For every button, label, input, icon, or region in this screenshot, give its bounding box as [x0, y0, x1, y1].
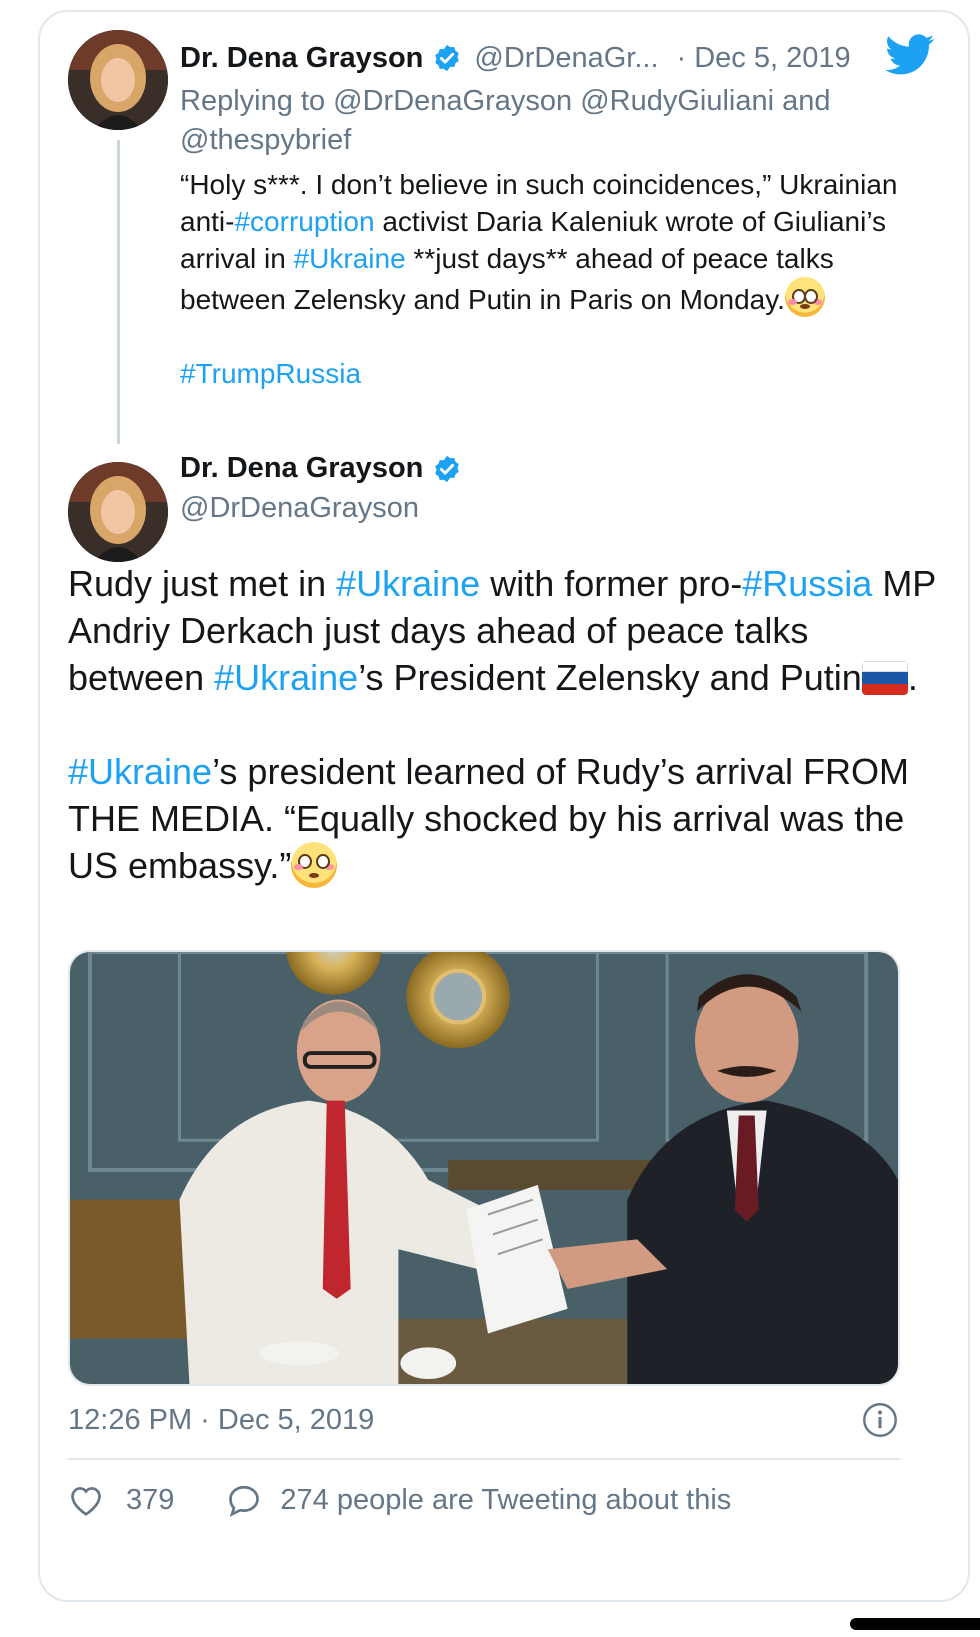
tweet-photo[interactable]: [68, 950, 900, 1386]
main-tweet-text: Rudy just met in #Ukraine with former pr…: [68, 560, 938, 889]
hashtag-link[interactable]: #Ukraine: [214, 657, 358, 698]
heart-icon[interactable]: [68, 1483, 104, 1517]
mention-link[interactable]: @thespybrief: [180, 124, 351, 156]
hashtag-link[interactable]: #corruption: [234, 206, 374, 237]
reply-hashtag-paragraph: #TrumpRussia: [180, 355, 920, 392]
text-segment: ’s President Zelensky and Putin: [358, 657, 862, 698]
verified-badge-icon: [435, 44, 460, 72]
main-author-name[interactable]: Dr. Dena Grayson: [180, 452, 423, 485]
main-paragraph: Rudy just met in #Ukraine with former pr…: [68, 560, 938, 701]
reply-tweet-text: “Holy s***. I don’t believe in such coin…: [180, 166, 920, 392]
info-icon[interactable]: [862, 1402, 898, 1438]
twitter-bird-icon[interactable]: [885, 34, 935, 76]
text-segment: Rudy just met in: [68, 563, 337, 604]
text-segment: .: [907, 657, 918, 698]
russia-flag-emoji: [861, 661, 908, 695]
mention-link[interactable]: @DrDenaGrayson: [333, 85, 572, 117]
main-author-handle[interactable]: @DrDenaGrayson: [180, 492, 419, 525]
replying-and: and: [782, 85, 831, 117]
hashtag-link[interactable]: #Ukraine: [336, 563, 480, 604]
date-separator: ·: [676, 41, 687, 74]
flushed-face-emoji: [291, 842, 338, 888]
reply-author-avatar[interactable]: [68, 30, 168, 130]
main-author-avatar[interactable]: [68, 462, 168, 562]
divider: [68, 1458, 900, 1460]
hashtag-link[interactable]: #Russia: [742, 563, 872, 604]
replying-to-line: Replying to @DrDenaGrayson @RudyGiuliani…: [180, 82, 870, 160]
hashtag-link[interactable]: #TrumpRussia: [180, 358, 361, 389]
main-author-name-row: Dr. Dena Grayson: [180, 452, 462, 485]
hashtag-link[interactable]: #Ukraine: [68, 751, 212, 792]
reply-author-name[interactable]: Dr. Dena Grayson: [180, 42, 423, 75]
thread-connector-line: [117, 140, 120, 444]
like-count[interactable]: 379: [126, 1484, 174, 1517]
reply-bubble-icon[interactable]: [226, 1483, 262, 1517]
reply-header: Dr. Dena Grayson @DrDenaGr... · Dec 5, 2…: [180, 40, 851, 76]
reply-paragraph: “Holy s***. I don’t believe in such coin…: [180, 166, 920, 318]
engagement-bar: 379 274 people are Tweeting about this: [68, 1478, 731, 1522]
tweet-timestamp[interactable]: 12:26 PM · Dec 5, 2019: [68, 1404, 374, 1437]
hashtag-link[interactable]: #Ukraine: [294, 243, 406, 274]
discussion-link[interactable]: 274 people are Tweeting about this: [280, 1484, 731, 1517]
mention-link[interactable]: @RudyGiuliani: [580, 85, 774, 117]
main-paragraph: #Ukraine’s president learned of Rudy’s a…: [68, 748, 938, 889]
reply-author-handle[interactable]: @DrDenaGr...: [474, 42, 658, 75]
replying-prefix: Replying to: [180, 85, 326, 117]
home-indicator[interactable]: [850, 1618, 980, 1630]
flushed-face-emoji: [784, 277, 825, 317]
verified-badge-icon: [435, 455, 460, 482]
reply-date[interactable]: Dec 5, 2019: [694, 42, 850, 75]
text-segment: with former pro-: [480, 563, 743, 604]
